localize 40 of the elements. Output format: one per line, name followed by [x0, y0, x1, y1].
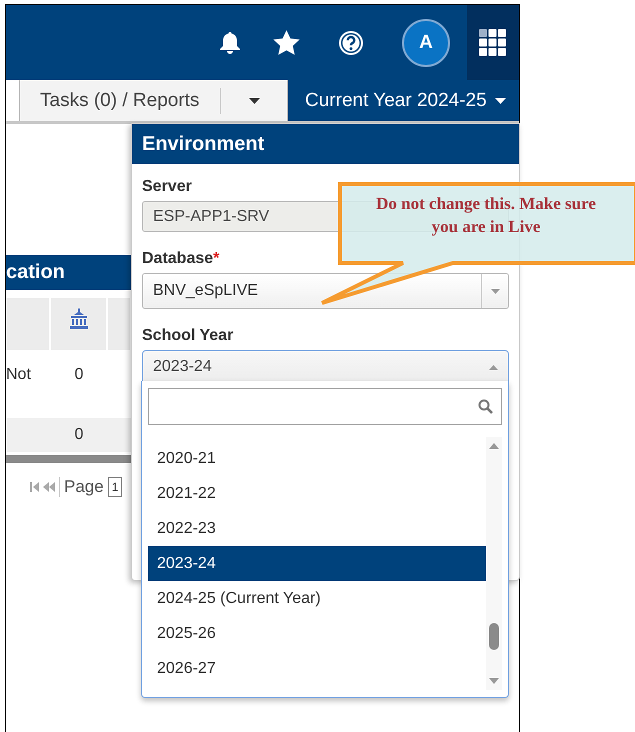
table-cell-text: Not	[6, 366, 32, 384]
search-field[interactable]	[148, 388, 502, 425]
vertical-scrollbar[interactable]	[486, 437, 502, 690]
school-building-icon	[68, 308, 89, 329]
section-header: cation	[6, 255, 132, 290]
database-select[interactable]: BNV_eSpLIVE	[142, 273, 509, 309]
scrollbar-thumb[interactable]	[489, 623, 499, 650]
field-label: School Year	[142, 327, 234, 345]
user-avatar[interactable]: A	[402, 18, 450, 66]
field-label: Server	[142, 178, 193, 196]
year-option[interactable]: 2023-24	[148, 546, 486, 581]
table-cell: 0	[74, 366, 84, 384]
year-option[interactable]: 2022-23	[148, 511, 486, 546]
bell-icon[interactable]	[219, 30, 241, 54]
caret-down-icon	[490, 288, 500, 294]
help-icon[interactable]	[338, 30, 364, 56]
year-option[interactable]: 2020-21	[148, 441, 486, 476]
page-number-field[interactable]: 1	[108, 477, 122, 497]
year-option[interactable]: 2026-27	[148, 651, 486, 686]
first-page-icon[interactable]	[30, 482, 39, 492]
previous-page-icon[interactable]	[43, 482, 55, 492]
year-option[interactable]: 2025-26	[148, 616, 486, 651]
star-icon[interactable]	[273, 30, 300, 56]
search-icon	[478, 399, 493, 414]
horizontal-scrollbar[interactable]	[6, 455, 132, 463]
panel-title: Environment	[132, 124, 519, 164]
required-mark: *	[213, 250, 220, 268]
school-year-menu[interactable]: Current Year 2024-25	[288, 80, 519, 121]
caret-up-icon	[489, 364, 498, 370]
page-label: Page	[59, 477, 104, 497]
year-option[interactable]: 2024-25 (Current Year)	[148, 581, 486, 616]
field-label: Database	[142, 250, 214, 268]
school-year-select[interactable]: 2023-24	[142, 350, 509, 384]
caret-down-icon[interactable]	[248, 98, 260, 104]
year-option[interactable]: 2021-22	[148, 476, 486, 511]
table-cell: 0	[74, 426, 84, 444]
caret-down-icon	[494, 98, 506, 104]
scroll-up-icon[interactable]	[489, 443, 499, 449]
apps-grid-icon[interactable]	[479, 28, 507, 56]
scroll-down-icon[interactable]	[489, 678, 499, 684]
